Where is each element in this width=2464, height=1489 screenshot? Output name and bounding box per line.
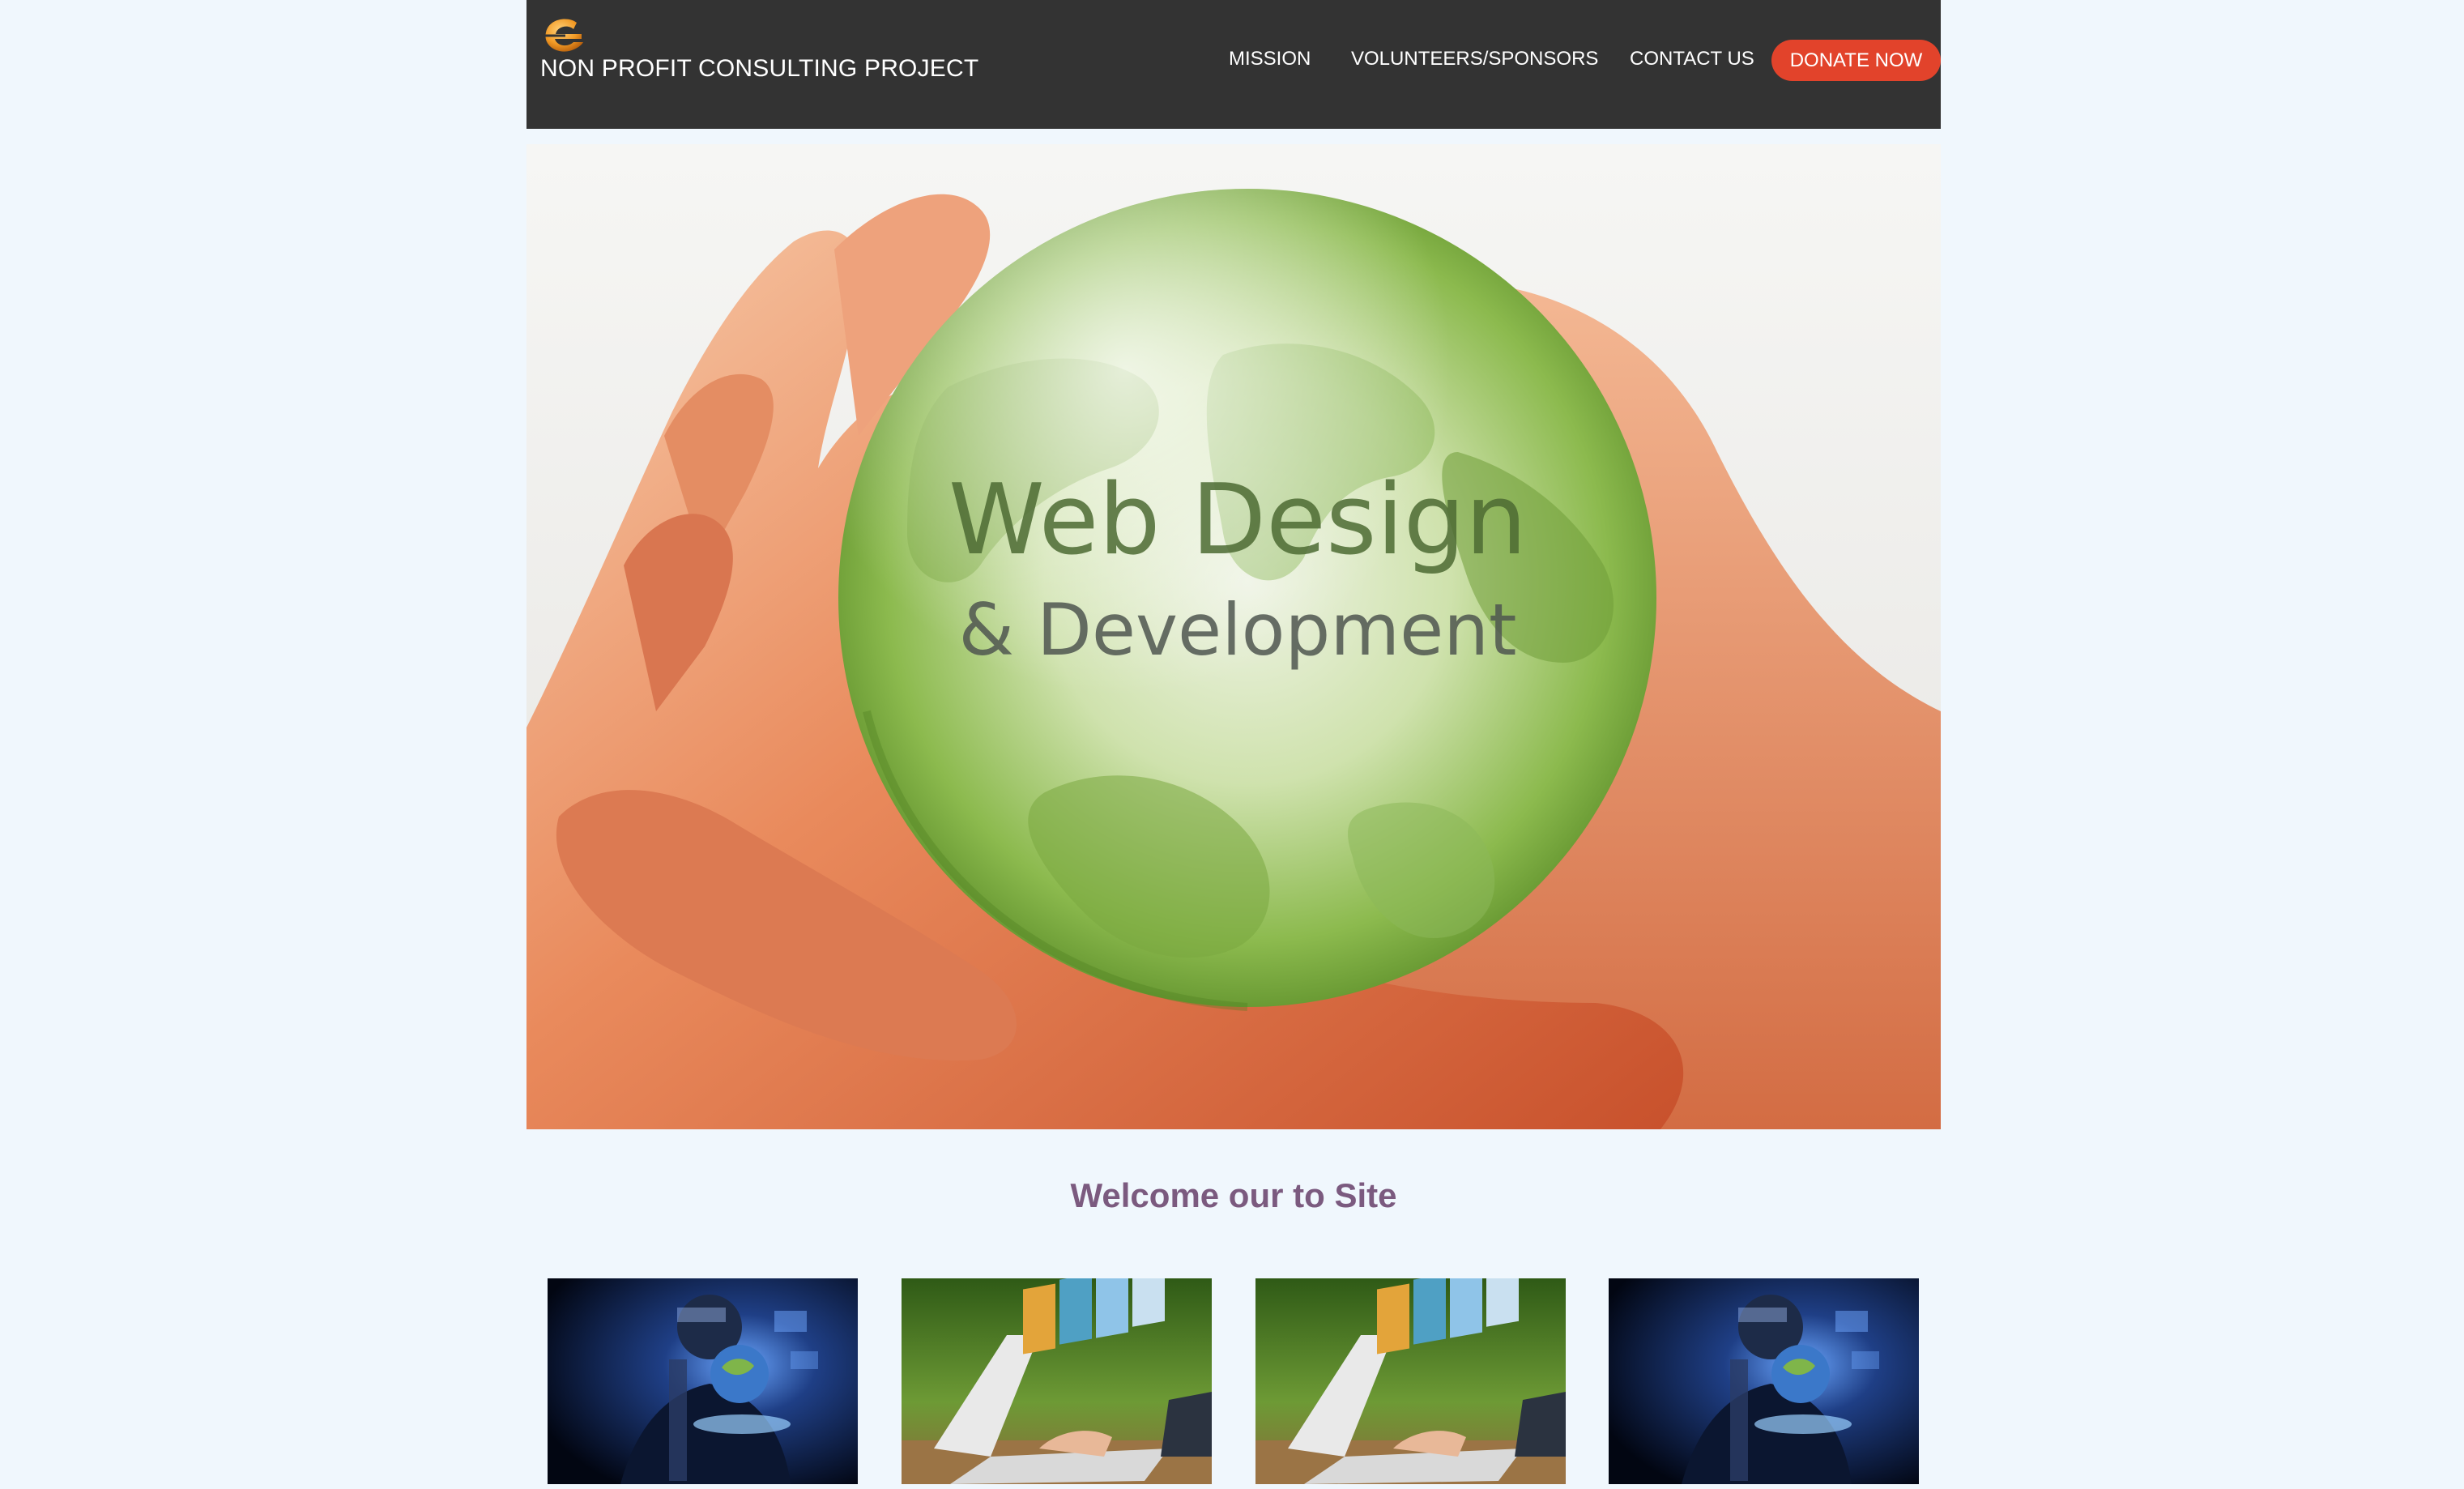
thumbnail-businessman-globe-2[interactable] [1609, 1278, 1919, 1484]
hero-text-line1: Web Design [949, 464, 1527, 577]
donate-now-button[interactable]: DONATE NOW [1771, 40, 1941, 81]
nav-item-mission[interactable]: MISSION [1229, 48, 1311, 70]
hero-image: Web Design & Development [526, 144, 1941, 1129]
nav-item-volunteers-sponsors[interactable]: VOLUNTEERS/SPONSORS [1351, 48, 1598, 70]
hero-text-line2: & Development [958, 588, 1516, 672]
thumbnail-laptop-websites[interactable] [902, 1278, 1212, 1484]
logo-icon[interactable] [541, 16, 586, 55]
thumbnail-businessman-globe[interactable] [548, 1278, 858, 1484]
site-title[interactable]: NON PROFIT CONSULTING PROJECT [540, 55, 978, 83]
site-header: NON PROFIT CONSULTING PROJECT MISSION VO… [526, 0, 1941, 129]
welcome-heading: Welcome our to Site [1070, 1176, 1397, 1214]
page: NON PROFIT CONSULTING PROJECT MISSION VO… [526, 0, 1941, 1489]
thumbnail-laptop-websites-2[interactable] [1255, 1278, 1566, 1484]
nav-item-contact-us[interactable]: CONTACT US [1630, 48, 1754, 70]
